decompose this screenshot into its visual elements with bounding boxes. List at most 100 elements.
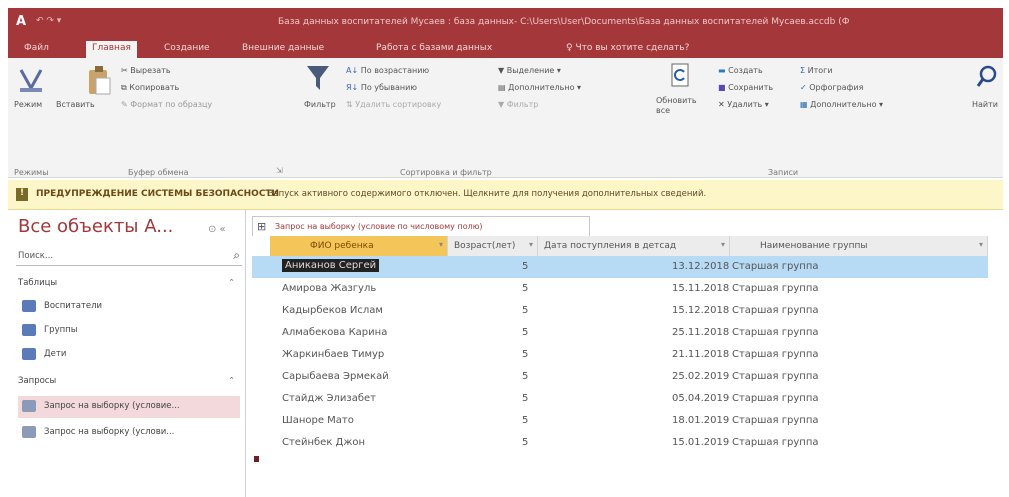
table-row[interactable]: Алмабекова Карина 5 25.11.2018 Старшая груп… (252, 322, 988, 344)
clipboard-launcher-icon[interactable]: ⇲ (276, 166, 283, 175)
find-icon[interactable] (976, 64, 998, 90)
cell-child-name[interactable]: Стайдж Элизабет (282, 393, 376, 404)
cell-child-name[interactable]: Шаноре Мато (282, 415, 354, 426)
cell-admission-date[interactable]: 13.12.2018 (672, 261, 729, 272)
table-row[interactable]: Амирова Жазгуль 5 15.11.2018 Старшая группа (252, 278, 988, 300)
cell-admission-date[interactable]: 05.04.2019 (672, 393, 729, 404)
cell-group-name[interactable]: Старшая группа (732, 415, 818, 426)
cell-age[interactable]: 5 (522, 261, 528, 272)
cell-age[interactable]: 5 (522, 283, 528, 294)
new-record-button[interactable]: ▬ Создать (718, 66, 763, 75)
paste-icon[interactable] (86, 64, 112, 96)
cell-admission-date[interactable]: 25.11.2018 (672, 327, 729, 338)
nav-item-table-groups[interactable]: Группы (18, 320, 240, 342)
cell-child-name[interactable]: Стейнбек Джон (282, 437, 365, 448)
table-row[interactable]: Стейнбек Джон 5 15.01.2019 Старшая группа (252, 432, 988, 454)
save-record-button[interactable]: ■ Сохранить (718, 83, 773, 92)
cell-admission-date[interactable]: 15.12.2018 (672, 305, 729, 316)
view-mode-icon[interactable] (18, 66, 44, 94)
filter-button[interactable]: Фильтр (304, 100, 336, 109)
totals-button[interactable]: Σ Итоги (800, 66, 833, 75)
cell-group-name[interactable]: Старшая группа (732, 371, 818, 382)
filter-icon[interactable] (306, 64, 330, 92)
chevron-down-icon[interactable]: ▾ (439, 240, 443, 249)
tab-external-data[interactable]: Внешние данные (236, 41, 330, 58)
column-header-admission-date[interactable]: Дата поступления в детсад ▾ (538, 236, 730, 256)
chevron-down-icon[interactable]: ▾ (979, 240, 983, 249)
spelling-label: Орфография (809, 83, 864, 92)
nav-section-tables[interactable]: Таблицы ⌃ (18, 278, 240, 288)
find-button[interactable]: Найти (972, 100, 998, 109)
cell-group-name[interactable]: Старшая группа (732, 437, 818, 448)
nav-section-queries[interactable]: Запросы ⌃ (18, 376, 240, 386)
cell-group-name[interactable]: Старшая группа (732, 283, 818, 294)
tab-file[interactable]: Файл (18, 41, 55, 58)
cell-child-name[interactable]: Жаркинбаев Тимур (282, 349, 384, 360)
spelling-button[interactable]: ✓ Орфография (800, 83, 863, 92)
sort-ascending-button[interactable]: A↓ По возрастанию (346, 66, 429, 75)
security-warning-message[interactable]: Запуск активного содержимого отключен. Щ… (268, 189, 706, 199)
view-mode-button[interactable]: Режим (14, 100, 42, 109)
cut-button[interactable]: ✂ Вырезать (121, 66, 171, 75)
cell-admission-date[interactable]: 15.11.2018 (672, 283, 729, 294)
chevron-down-icon[interactable]: ▾ (529, 240, 533, 249)
column-header-age[interactable]: Возраст(лет) ▾ (448, 236, 538, 256)
cell-admission-date[interactable]: 18.01.2019 (672, 415, 729, 426)
column-header-child-name[interactable]: ФИО ребенка ▾ (270, 236, 448, 256)
cell-group-name[interactable]: Старшая группа (732, 305, 818, 316)
more-records-button[interactable]: ▦ Дополнительно ▾ (800, 100, 883, 109)
cell-child-name[interactable]: Алмабекова Карина (282, 327, 387, 338)
refresh-all-button[interactable]: Обновить все (656, 96, 697, 116)
tab-database-tools[interactable]: Работа с базами данных (370, 41, 498, 58)
cell-admission-date[interactable]: 15.01.2019 (672, 437, 729, 448)
cell-age[interactable]: 5 (522, 327, 528, 338)
cell-age[interactable]: 5 (522, 437, 528, 448)
advanced-filter-button[interactable]: ▤ Дополнительно ▾ (498, 83, 581, 92)
quick-access-toolbar[interactable]: ↶ ↷ ▾ (36, 16, 61, 26)
tell-me-search[interactable]: ♀ Что вы хотите сделать? (560, 41, 695, 58)
format-painter-button[interactable]: ✎ Формат по образцу (121, 100, 212, 109)
table-row[interactable]: Сарыбаева Эрмекай 5 25.02.2019 Старшая груп… (252, 366, 988, 388)
copy-button[interactable]: ⧉ Копировать (121, 83, 179, 93)
sort-descending-button[interactable]: Я↓ По убыванию (346, 83, 417, 92)
cell-child-name[interactable]: Сарыбаева Эрмекай (282, 371, 389, 382)
nav-pane-title[interactable]: Все объекты A... (18, 216, 173, 237)
selection-filter-button[interactable]: ▼ Выделение ▾ (498, 66, 561, 75)
table-row[interactable]: Аниканов Сергей 5 13.12.2018 Старшая группа (252, 256, 988, 278)
remove-sort-button[interactable]: ⇅ Удалить сортировку (346, 100, 441, 109)
column-header-group-name[interactable]: Наименование группы ▾ (730, 236, 988, 256)
nav-item-query-2[interactable]: Запрос на выборку (услови... (18, 422, 240, 444)
cell-age[interactable]: 5 (522, 371, 528, 382)
cell-child-name[interactable]: Кадырбеков Ислам (282, 305, 383, 316)
cell-group-name[interactable]: Старшая группа (732, 393, 818, 404)
cell-group-name[interactable]: Старшая группа (732, 327, 818, 338)
nav-item-table-educators[interactable]: Воспитатели (18, 296, 240, 318)
tab-create[interactable]: Создание (158, 41, 216, 58)
cell-child-name[interactable]: Аниканов Сергей (282, 259, 380, 272)
chevron-down-icon[interactable]: ▾ (721, 240, 725, 249)
query-document-tab[interactable]: ⊞ Запрос на выборку (условие по числовом… (252, 216, 590, 236)
cell-group-name[interactable]: Старшая группа (732, 261, 818, 272)
refresh-all-icon[interactable] (670, 62, 692, 88)
nav-item-query-1[interactable]: Запрос на выборку (условие... (18, 396, 240, 418)
cell-age[interactable]: 5 (522, 305, 528, 316)
nav-item-table-children[interactable]: Дети (18, 344, 240, 366)
delete-record-button[interactable]: ✕ Удалить ▾ (718, 100, 769, 109)
tab-home[interactable]: Главная (86, 41, 137, 58)
table-row[interactable]: Кадырбеков Ислам 5 15.12.2018 Старшая групп… (252, 300, 988, 322)
security-warning-bar[interactable]: ! ПРЕДУПРЕЖДЕНИЕ СИСТЕМЫ БЕЗОПАСНОСТИ За… (8, 180, 1003, 210)
cell-admission-date[interactable]: 21.11.2018 (672, 349, 729, 360)
cell-child-name[interactable]: Амирова Жазгуль (282, 283, 376, 294)
table-row[interactable]: Жаркинбаев Тимур 5 21.11.2018 Старшая групп… (252, 344, 988, 366)
cell-age[interactable]: 5 (522, 393, 528, 404)
nav-pane-controls-icon[interactable]: ⊙ « (208, 224, 226, 235)
cell-group-name[interactable]: Старшая группа (732, 349, 818, 360)
toggle-filter-button[interactable]: ▼ Фильтр (498, 100, 538, 109)
cell-admission-date[interactable]: 25.02.2019 (672, 371, 729, 382)
cell-age[interactable]: 5 (522, 415, 528, 426)
nav-search-input[interactable]: Поиск... ⌕ (16, 248, 242, 266)
table-row[interactable]: Шаноре Мато 5 18.01.2019 Старшая группа (252, 410, 988, 432)
paste-button[interactable]: Вставить (56, 100, 95, 109)
cell-age[interactable]: 5 (522, 349, 528, 360)
table-row[interactable]: Стайдж Элизабет 5 05.04.2019 Старшая группа (252, 388, 988, 410)
